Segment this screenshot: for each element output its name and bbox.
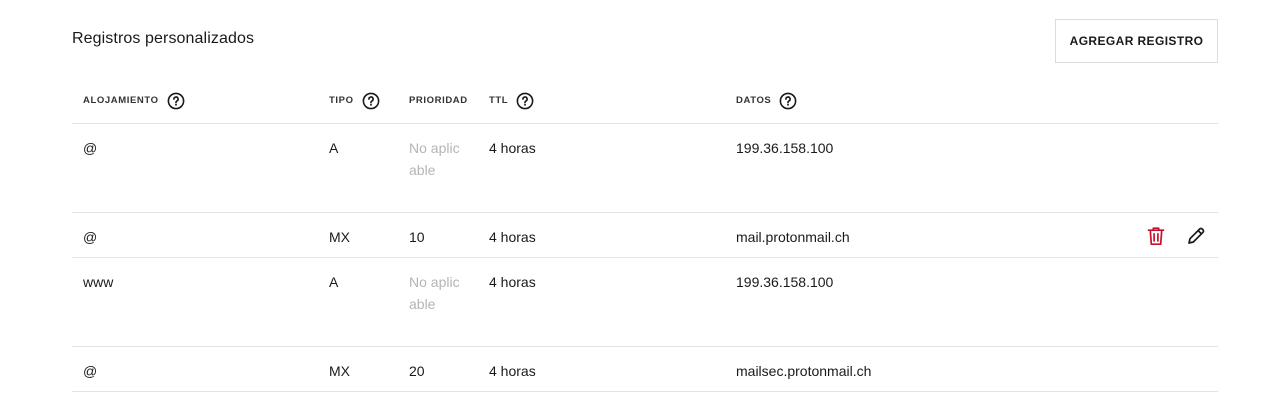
question-circle-icon[interactable] (779, 92, 797, 110)
cell-priority: 10 (409, 229, 425, 245)
trash-icon[interactable] (1145, 225, 1167, 247)
header-priority-label: PRIORIDAD (409, 95, 468, 106)
cell-priority: No aplicable (409, 140, 460, 178)
cell-type: MX (329, 229, 350, 245)
header-type: TIPO (329, 78, 380, 123)
table-header: ALOJAMIENTO TIPO PRIORIDAD TTL DATOS (72, 78, 1218, 124)
pencil-icon[interactable] (1185, 225, 1207, 247)
cell-ttl: 4 horas (489, 274, 536, 290)
cell-host: @ (83, 140, 98, 156)
header-type-label: TIPO (329, 95, 354, 106)
table-row[interactable]: @ MX 20 4 horas mailsec.protonmail.ch (72, 347, 1218, 392)
cell-priority: 20 (409, 363, 425, 379)
question-circle-icon[interactable] (516, 92, 534, 110)
header-priority: PRIORIDAD (409, 78, 468, 123)
cell-ttl: 4 horas (489, 363, 536, 379)
cell-host: www (83, 274, 114, 290)
cell-type: MX (329, 363, 350, 379)
cell-priority: No aplicable (409, 274, 460, 312)
header-data: DATOS (736, 78, 797, 123)
cell-data: 199.36.158.100 (736, 274, 834, 290)
page-title: Registros personalizados (72, 30, 255, 47)
cell-type: A (329, 140, 339, 156)
records-table: ALOJAMIENTO TIPO PRIORIDAD TTL DATOS @ A… (72, 78, 1218, 392)
cell-ttl: 4 horas (489, 229, 536, 245)
header-ttl-label: TTL (489, 95, 509, 106)
cell-host: @ (83, 229, 98, 245)
cell-type: A (329, 274, 339, 290)
table-row[interactable]: @ A No aplicable 4 horas 199.36.158.100 (72, 124, 1218, 213)
question-circle-icon[interactable] (362, 92, 380, 110)
header-data-label: DATOS (736, 95, 772, 106)
question-circle-icon[interactable] (167, 92, 185, 110)
table-row[interactable]: @ MX 10 4 horas mail.protonmail.ch (72, 213, 1218, 258)
header-host-label: ALOJAMIENTO (83, 95, 159, 106)
cell-data: mail.protonmail.ch (736, 229, 850, 245)
header-ttl: TTL (489, 78, 534, 123)
cell-data: mailsec.protonmail.ch (736, 363, 872, 379)
table-row[interactable]: www A No aplicable 4 horas 199.36.158.10… (72, 258, 1218, 347)
cell-host: @ (83, 363, 98, 379)
cell-data: 199.36.158.100 (736, 140, 834, 156)
add-record-button[interactable]: AGREGAR REGISTRO (1055, 19, 1218, 63)
cell-ttl: 4 horas (489, 140, 536, 156)
header-host: ALOJAMIENTO (83, 78, 185, 123)
